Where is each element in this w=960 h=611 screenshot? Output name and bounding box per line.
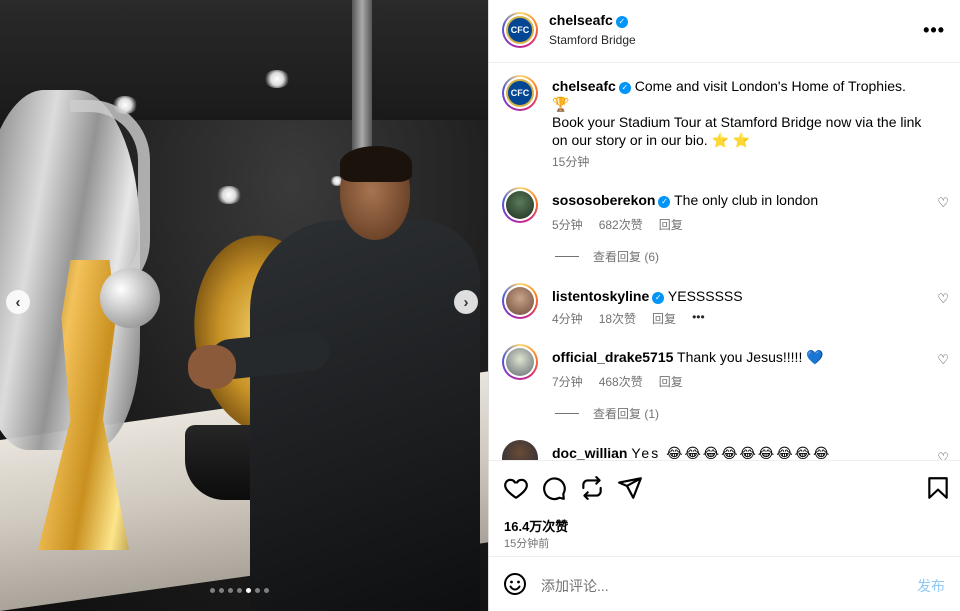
commenter-avatar[interactable] — [502, 187, 538, 223]
verified-badge-icon: ✓ — [615, 15, 628, 28]
caption-time: 15分钟 — [552, 155, 590, 169]
commenter-avatar[interactable] — [502, 344, 538, 380]
repost-icon[interactable] — [579, 475, 605, 501]
trophy-ball — [100, 268, 160, 328]
carousel-dot — [246, 588, 251, 593]
post-comment-button[interactable]: 发布 — [917, 576, 945, 596]
reply-button[interactable]: 回复 — [659, 216, 683, 233]
comment-likes[interactable]: 468次赞 — [599, 373, 643, 390]
player-hand — [188, 345, 236, 389]
emoji-icon[interactable] — [503, 572, 527, 596]
author-avatar[interactable]: CFC — [502, 75, 538, 111]
post-header: CFC chelseafc ✓ Stamford Bridge ••• — [489, 0, 960, 63]
share-icon[interactable] — [617, 475, 643, 501]
author-username[interactable]: chelseafc — [549, 12, 613, 28]
ceiling-light — [216, 186, 242, 204]
comment-username[interactable]: sososoberekon — [552, 192, 655, 208]
comment-username[interactable]: official_drake5715 — [552, 349, 673, 365]
player-hair — [340, 146, 412, 182]
post-time: 15分钟前 — [504, 538, 550, 550]
commenter-avatar[interactable] — [502, 283, 538, 319]
post-caption: CFC chelseafc ✓ Come and visit London's H… — [489, 75, 960, 175]
post-actions: 16.4万次赞 15分钟前 — [489, 460, 960, 556]
carousel-dot — [219, 588, 224, 593]
comment-time: 7分钟 — [552, 375, 583, 389]
carousel-dot — [237, 588, 242, 593]
carousel-next-button[interactable]: › — [454, 290, 478, 314]
comment-like-heart-icon[interactable]: ♡ — [937, 450, 949, 460]
carousel-dot — [210, 588, 215, 593]
comment-icon[interactable] — [541, 475, 567, 501]
view-replies-button[interactable]: 查看回复 (6) — [555, 248, 659, 265]
post-panel: CFC chelseafc ✓ Stamford Bridge ••• CFC c… — [488, 0, 960, 611]
view-replies-button[interactable]: 查看回复 (1) — [555, 405, 659, 422]
verified-badge-icon: ✓ — [652, 292, 665, 304]
post-media[interactable]: ‹ › — [0, 0, 488, 611]
heart-icon[interactable] — [503, 475, 529, 501]
comment-likes[interactable]: 682次赞 — [599, 216, 643, 233]
reply-button[interactable]: 回复 — [659, 373, 683, 390]
verified-badge-icon: ✓ — [618, 82, 631, 94]
carousel-dot — [264, 588, 269, 593]
comment-text: Yes 😂😂😂😂😂😂😂😂😂 — [631, 445, 832, 460]
bookmark-icon[interactable] — [925, 475, 951, 501]
comment-text: YESSSSSS — [667, 288, 743, 304]
comment-more-icon[interactable]: ••• — [692, 310, 705, 327]
commenter-avatar[interactable] — [502, 440, 538, 460]
caption-text-line2: Book your Stadium Tour at Stamford Bridg… — [552, 114, 922, 148]
like-count[interactable]: 16.4万次赞 — [504, 516, 568, 535]
carousel-dot — [255, 588, 260, 593]
comment-like-heart-icon[interactable]: ♡ — [937, 291, 949, 307]
comments-scroll[interactable]: CFC chelseafc ✓ Come and visit London's H… — [489, 63, 960, 460]
comment-likes[interactable]: 18次赞 — [599, 310, 636, 327]
comment-text: Thank you Jesus!!!!! 💙 — [677, 349, 824, 365]
comment-bar: 添加评论... 发布 — [489, 556, 960, 611]
comment-text: The only club in london — [674, 192, 819, 208]
comment-time: 5分钟 — [552, 218, 583, 232]
carousel-indicator — [210, 588, 269, 593]
comment-like-heart-icon[interactable]: ♡ — [937, 195, 949, 211]
comment-like-heart-icon[interactable]: ♡ — [937, 352, 949, 368]
comment-username[interactable]: doc_willian — [552, 445, 627, 460]
comment-time: 4分钟 — [552, 312, 583, 326]
carousel-dot — [228, 588, 233, 593]
chelsea-crest-icon: CFC — [506, 16, 534, 44]
more-options-icon[interactable]: ••• — [923, 20, 945, 41]
verified-badge-icon: ✓ — [658, 196, 671, 208]
comment-username[interactable]: listentoskyline — [552, 288, 649, 304]
caption-username[interactable]: chelseafc — [552, 78, 616, 94]
carousel-prev-button[interactable]: ‹ — [6, 290, 30, 314]
reply-button[interactable]: 回复 — [652, 310, 676, 327]
post-location[interactable]: Stamford Bridge — [549, 33, 636, 47]
player-body — [250, 220, 480, 611]
chevron-left-icon: ‹ — [15, 293, 21, 311]
chelsea-crest-icon: CFC — [506, 79, 534, 107]
chevron-right-icon: › — [463, 293, 469, 311]
author-avatar[interactable]: CFC — [502, 12, 538, 48]
comment-input[interactable]: 添加评论... — [541, 576, 609, 596]
ceiling-light — [264, 70, 290, 88]
